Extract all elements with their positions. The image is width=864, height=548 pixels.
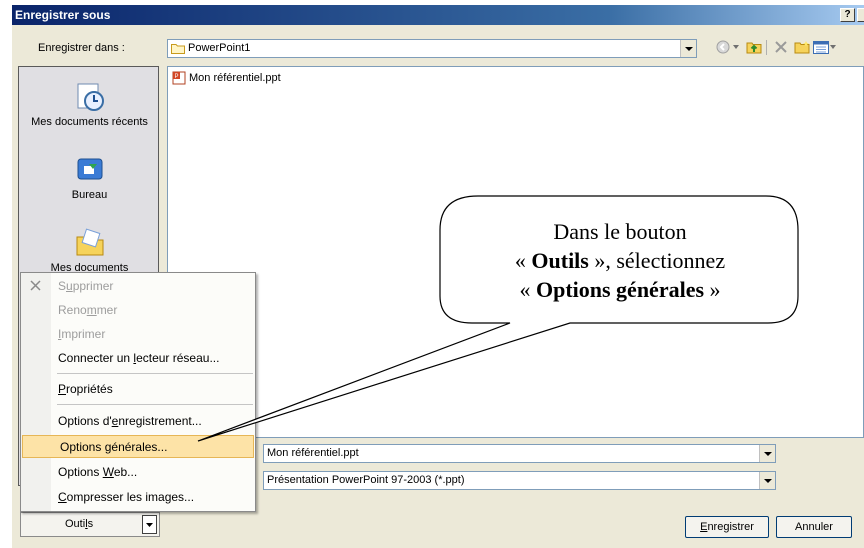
callout-text: Dans le bouton « Outils », sélectionnez …	[514, 219, 726, 302]
